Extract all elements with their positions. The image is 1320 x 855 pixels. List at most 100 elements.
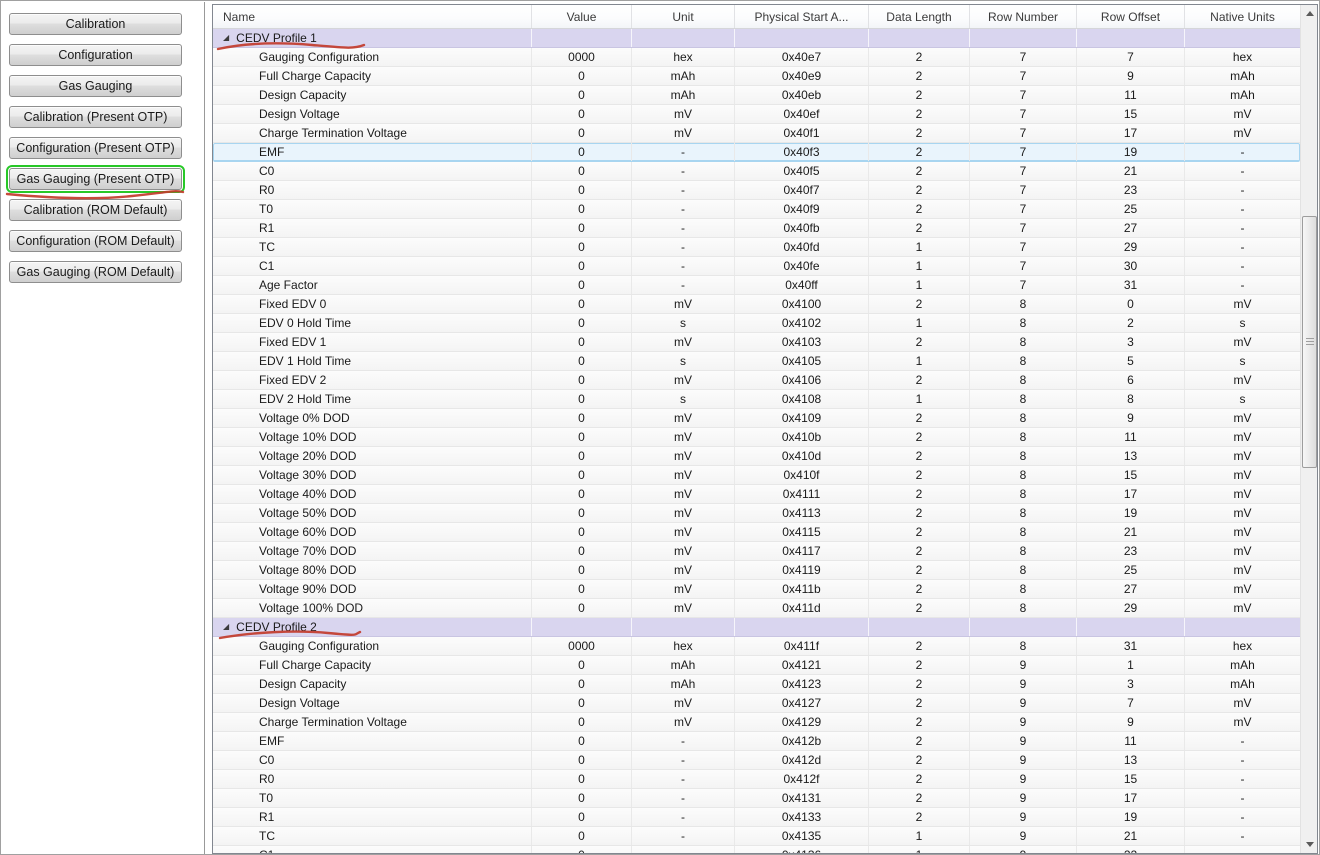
vertical-scrollbar[interactable]	[1300, 5, 1317, 853]
table-cell-name: Gauging Configuration	[213, 48, 532, 66]
row-name-label: CEDV Profile 2	[236, 620, 317, 634]
table-cell-row: 7	[970, 162, 1077, 180]
table-row[interactable]: Design Capacity 0 mAh 0x4123 2 9 3 mAh	[213, 675, 1300, 694]
table-row[interactable]: Voltage 80% DOD 0 mV 0x4119 2 8 25 mV	[213, 561, 1300, 580]
table-cell-offset: 15	[1077, 466, 1185, 484]
table-cell-len: 2	[869, 86, 970, 104]
table-row[interactable]: TC 0-0x40fd 1 7 29-	[213, 238, 1300, 257]
table-cell-offset: 23	[1077, 181, 1185, 199]
sidebar-button-gas-gauging-present-otp[interactable]: Gas Gauging (Present OTP)	[6, 165, 185, 193]
column-header-row[interactable]: Row Number	[970, 5, 1077, 28]
row-name-label: EMF	[259, 145, 285, 159]
sidebar-button-calibration-present-otp[interactable]: Calibration (Present OTP)	[9, 106, 182, 128]
table-row[interactable]: TC 0-0x4135 1 9 21-	[213, 827, 1300, 846]
column-header-len[interactable]: Data Length	[869, 5, 970, 28]
table-row[interactable]: Voltage 0% DOD 0 mV 0x4109 2 8 9 mV	[213, 409, 1300, 428]
scrollbar-thumb[interactable]	[1302, 216, 1317, 468]
table-cell-value: 0	[532, 466, 632, 484]
sidebar-button-gas-gauging-rom-default[interactable]: Gas Gauging (ROM Default)	[9, 261, 182, 283]
table-cell-addr: 0x4136	[735, 846, 869, 853]
table-cell-unit: -	[632, 143, 735, 161]
table-row[interactable]: Gauging Configuration 0000 hex 0x411f 2 8 31 he…	[213, 637, 1300, 656]
sidebar-button-calibration-rom-default[interactable]: Calibration (ROM Default)	[9, 199, 182, 221]
table-cell-value: 0	[532, 827, 632, 845]
table-row[interactable]: Voltage 50% DOD 0 mV 0x4113 2 8 19 mV	[213, 504, 1300, 523]
table-group-row-cedv-profile-2[interactable]: ◢ CEDV Profile 2	[213, 618, 1300, 637]
table-row[interactable]: EDV 1 Hold Time 0 s 0x4105 1 8 5 s	[213, 352, 1300, 371]
table-row[interactable]: Voltage 70% DOD 0 mV 0x4117 2 8 23 mV	[213, 542, 1300, 561]
table-group-row-cedv-profile-1[interactable]: ◢ CEDV Profile 1	[213, 29, 1300, 48]
table-cell-addr: 0x4108	[735, 390, 869, 408]
table-row[interactable]: C0 0-0x412d 2 9 13-	[213, 751, 1300, 770]
table-row[interactable]: Design Voltage 0 mV 0x40ef 2 7 15 mV	[213, 105, 1300, 124]
table-cell-addr: 0x411f	[735, 637, 869, 655]
column-header-offset[interactable]: Row Offset	[1077, 5, 1185, 28]
table-cell-len: 1	[869, 846, 970, 853]
sidebar-button-configuration-present-otp[interactable]: Configuration (Present OTP)	[9, 137, 182, 159]
table-row[interactable]: Fixed EDV 2 0 mV 0x4106 2 8 6 mV	[213, 371, 1300, 390]
scrollbar-down-button[interactable]	[1301, 836, 1317, 853]
table-cell-row: 8	[970, 447, 1077, 465]
table-cell-addr: 0x40f5	[735, 162, 869, 180]
table-row[interactable]: Age Factor 0-0x40ff 1 7 31-	[213, 276, 1300, 295]
table-row[interactable]: EMF 0-0x412b 2 9 11-	[213, 732, 1300, 751]
expander-icon[interactable]: ◢	[223, 34, 229, 42]
table-row[interactable]: C10-0x41361922-	[213, 846, 1300, 853]
table-row[interactable]: T0 0-0x4131 2 9 17-	[213, 789, 1300, 808]
table-cell-value: 0	[532, 67, 632, 85]
table-row[interactable]: Full Charge Capacity 0 mAh 0x4121 2 9 1 mAh	[213, 656, 1300, 675]
table-row[interactable]: EDV 0 Hold Time 0 s 0x4102 1 8 2 s	[213, 314, 1300, 333]
table-cell-name: Voltage 80% DOD	[213, 561, 532, 579]
table-cell-addr: 0x40ff	[735, 276, 869, 294]
table-row[interactable]: R0 0-0x412f 2 9 15-	[213, 770, 1300, 789]
column-header-native[interactable]: Native Units	[1185, 5, 1300, 28]
table-row[interactable]: Voltage 60% DOD 0 mV 0x4115 2 8 21 mV	[213, 523, 1300, 542]
table-row[interactable]: Charge Termination Voltage 0 mV 0x40f1 2 7 17 m…	[213, 124, 1300, 143]
table-row[interactable]: T0 0-0x40f9 2 7 25-	[213, 200, 1300, 219]
sidebar-button-configuration-rom-default[interactable]: Configuration (ROM Default)	[9, 230, 182, 252]
table-row[interactable]: Full Charge Capacity 0 mAh 0x40e9 2 7 9 mAh	[213, 67, 1300, 86]
table-row[interactable]: Design Capacity 0 mAh 0x40eb 2 7 11 mAh	[213, 86, 1300, 105]
table-row[interactable]: Fixed EDV 1 0 mV 0x4103 2 8 3 mV	[213, 333, 1300, 352]
table-row[interactable]: Voltage 90% DOD 0 mV 0x411b 2 8 27 mV	[213, 580, 1300, 599]
table-row[interactable]: R1 0-0x40fb 2 7 27-	[213, 219, 1300, 238]
column-header-name[interactable]: Name	[213, 5, 532, 28]
table-row[interactable]: Gauging Configuration 0000 hex 0x40e7 2 7 7 hex	[213, 48, 1300, 67]
table-row[interactable]: C0 0-0x40f5 2 7 21-	[213, 162, 1300, 181]
table-row[interactable]: Design Voltage 0 mV 0x4127 2 9 7 mV	[213, 694, 1300, 713]
expander-icon[interactable]: ◢	[223, 623, 229, 631]
scrollbar-up-button[interactable]	[1301, 5, 1317, 22]
table-cell-unit: mV	[632, 485, 735, 503]
table-row[interactable]: Charge Termination Voltage 0 mV 0x4129 2 9 9 mV	[213, 713, 1300, 732]
sidebar-button-calibration[interactable]: Calibration	[9, 13, 182, 35]
table-row[interactable]: Voltage 10% DOD 0 mV 0x410b 2 8 11 mV	[213, 428, 1300, 447]
table-cell-addr: 0x411b	[735, 580, 869, 598]
table-cell-native: hex	[1232, 639, 1253, 653]
sidebar-button-gas-gauging[interactable]: Gas Gauging	[9, 75, 182, 97]
table-row[interactable]: Voltage 40% DOD 0 mV 0x4111 2 8 17 mV	[213, 485, 1300, 504]
table-cell-name: ◢ CEDV Profile 1	[213, 29, 532, 47]
column-header-addr[interactable]: Physical Start A...	[735, 5, 869, 28]
sidebar-button-configuration[interactable]: Configuration	[9, 44, 182, 66]
table-cell-len: 2	[869, 428, 970, 446]
table-row[interactable]: R1 0-0x4133 2 9 19-	[213, 808, 1300, 827]
table-cell-row: 9	[970, 732, 1077, 750]
table-row[interactable]: C1 0-0x40fe 1 7 30-	[213, 257, 1300, 276]
column-header-unit[interactable]: Unit	[632, 5, 735, 28]
table-cell-native: mV	[1233, 582, 1252, 596]
table-row[interactable]: Fixed EDV 0 0 mV 0x4100 2 8 0 mV	[213, 295, 1300, 314]
table-row[interactable]: Voltage 20% DOD 0 mV 0x410d 2 8 13 mV	[213, 447, 1300, 466]
table-cell-name: Voltage 70% DOD	[213, 542, 532, 560]
table-cell-row: 9	[970, 789, 1077, 807]
column-header-value[interactable]: Value	[532, 5, 632, 28]
table-row[interactable]: R0 0-0x40f7 2 7 23-	[213, 181, 1300, 200]
table-row[interactable]: Voltage 100% DOD 0 mV 0x411d 2 8 29 mV	[213, 599, 1300, 618]
table-cell-row: 7	[970, 219, 1077, 237]
table-cell-row: 7	[970, 124, 1077, 142]
table-cell-unit: s	[632, 314, 735, 332]
table-row[interactable]: EMF 0-0x40f3 2 7 19-	[213, 143, 1300, 162]
table-cell-name: EDV 1 Hold Time	[213, 352, 532, 370]
table-row[interactable]: EDV 2 Hold Time 0 s 0x4108 1 8 8 s	[213, 390, 1300, 409]
table-row[interactable]: Voltage 30% DOD 0 mV 0x410f 2 8 15 mV	[213, 466, 1300, 485]
table-cell-addr: 0x40eb	[735, 86, 869, 104]
